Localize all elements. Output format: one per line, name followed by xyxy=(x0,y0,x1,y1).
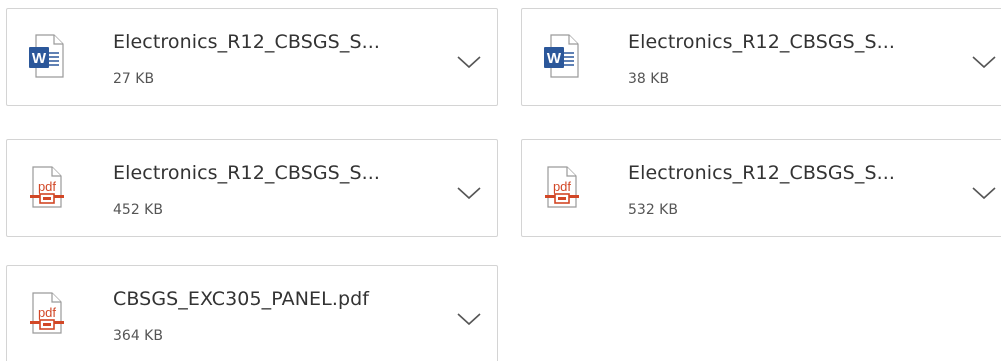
attachment-card[interactable]: W Electronics_R12_CBSGS_S... 27 KB xyxy=(6,8,498,106)
pdf-icon-label: pdf xyxy=(553,179,571,194)
attachment-size: 38 KB xyxy=(628,71,670,87)
attachment-card[interactable]: pdf Electronics_R12_CBSGS_S... 452 KB xyxy=(6,139,498,237)
chevron-down-icon[interactable] xyxy=(451,47,487,77)
word-document-icon: W xyxy=(543,33,579,79)
attachment-name: Electronics_R12_CBSGS_S... xyxy=(113,31,381,53)
attachment-name: Electronics_R12_CBSGS_S... xyxy=(628,162,896,184)
pdf-icon-label: pdf xyxy=(38,305,56,320)
chevron-down-icon[interactable] xyxy=(451,178,487,208)
word-document-icon: W xyxy=(28,33,64,79)
attachment-size: 364 KB xyxy=(113,328,163,344)
attachment-size: 27 KB xyxy=(113,71,155,87)
attachment-name: Electronics_R12_CBSGS_S... xyxy=(628,31,896,53)
chevron-down-icon[interactable] xyxy=(451,304,487,334)
attachment-name: Electronics_R12_CBSGS_S... xyxy=(113,162,381,184)
pdf-document-icon: pdf xyxy=(28,290,64,336)
pdf-icon-label: pdf xyxy=(38,179,56,194)
pdf-document-icon: pdf xyxy=(28,164,64,210)
word-icon-label: W xyxy=(547,50,562,67)
chevron-down-icon[interactable] xyxy=(966,178,1001,208)
chevron-down-icon[interactable] xyxy=(966,47,1001,77)
attachment-card[interactable]: W Electronics_R12_CBSGS_S... 38 KB xyxy=(521,8,1001,106)
attachment-name: CBSGS_EXC305_PANEL.pdf xyxy=(113,288,370,310)
attachment-card[interactable]: pdf CBSGS_EXC305_PANEL.pdf 364 KB xyxy=(6,265,498,361)
attachment-size: 532 KB xyxy=(628,202,678,218)
attachment-size: 452 KB xyxy=(113,202,163,218)
attachments-panel: W Electronics_R12_CBSGS_S... 27 KB W Ele… xyxy=(0,0,1001,361)
pdf-document-icon: pdf xyxy=(543,164,579,210)
attachment-card[interactable]: pdf Electronics_R12_CBSGS_S... 532 KB xyxy=(521,139,1001,237)
word-icon-label: W xyxy=(32,50,47,67)
